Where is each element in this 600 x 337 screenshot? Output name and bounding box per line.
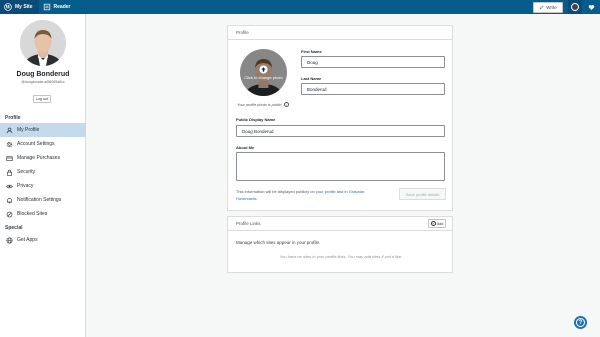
profile-card-header: Profile <box>228 26 452 40</box>
eye-icon <box>6 184 13 188</box>
sidebar-item-label: Notification Settings <box>17 197 62 203</box>
photo-public-note: Your profile photo is public i <box>237 102 289 107</box>
section-profile-heading: Profile <box>5 115 21 121</box>
sidebar-item-my-profile[interactable]: My Profile <box>0 123 86 137</box>
first-name-field[interactable]: Doug <box>301 56 445 68</box>
sidebar-item-manage-purchases[interactable]: Manage Purchases <box>0 151 86 165</box>
about-me-textarea[interactable] <box>236 152 445 181</box>
display-name-label: Public Display Name <box>236 117 276 122</box>
reader-label: Reader <box>53 4 71 10</box>
profile-links-title: Profile Links <box>236 221 261 226</box>
help-button[interactable]: ? <box>574 316 587 329</box>
avatar <box>571 3 579 11</box>
photo-overlay[interactable]: Click to change photo <box>240 49 287 96</box>
my-site-button[interactable]: W My Site <box>0 0 39 14</box>
sidebar-item-label: My Profile <box>17 127 40 133</box>
me-avatar-button[interactable] <box>568 0 582 14</box>
block-icon <box>6 211 13 217</box>
write-button[interactable]: Write <box>533 1 563 13</box>
info-mid: and in <box>335 189 349 194</box>
your-profile-link[interactable]: your profile <box>316 189 336 194</box>
sidebar-item-privacy[interactable]: Privacy <box>0 179 86 193</box>
public-info-note: This information will be displayed publi… <box>236 188 386 202</box>
sidebar-item-label: Blocked Sites <box>17 211 48 217</box>
save-profile-button[interactable]: Save profile details <box>399 188 446 200</box>
masterbar: W My Site Reader Write <box>0 0 600 14</box>
sidebar: Doug Bonderud @dougbonderud58065a8cc Log… <box>0 14 86 337</box>
last-name-label: Last Name <box>301 76 322 81</box>
pencil-icon <box>539 4 544 9</box>
plus-icon: + <box>430 220 436 226</box>
about-me-label: About Me <box>236 145 255 150</box>
bell-icon <box>7 197 12 204</box>
sidebar-item-label: Privacy <box>17 183 34 189</box>
credit-card-icon <box>6 155 13 161</box>
logout-button[interactable]: Log out <box>33 95 51 103</box>
photo-note-text: Your profile photo is public <box>237 102 282 107</box>
sidebar-item-get-apps[interactable]: Get Apps <box>0 233 86 247</box>
profile-photo-uploader[interactable]: Click to change photo <box>240 49 287 96</box>
lock-icon <box>7 169 12 176</box>
profile-links-header: Profile Links + Add <box>228 217 452 231</box>
notifications-button[interactable] <box>582 0 600 14</box>
sidebar-item-label: Get Apps <box>17 237 38 243</box>
upload-icon <box>259 65 268 74</box>
person-photo-icon <box>20 20 66 66</box>
profile-avatar <box>20 20 66 66</box>
my-site-label: My Site <box>15 4 33 10</box>
profile-links-empty-message: You have no sites in your profile links.… <box>279 254 403 259</box>
section-special-heading: Special <box>5 225 23 231</box>
profile-links-card: Profile Links + Add Manage which sites a… <box>227 216 453 273</box>
sidebar-item-label: Account Settings <box>17 141 55 147</box>
sidebar-item-account-settings[interactable]: Account Settings <box>0 137 86 151</box>
svg-text:W: W <box>5 6 11 11</box>
sidebar-item-notification-settings[interactable]: Notification Settings <box>0 193 86 207</box>
add-label: Add <box>436 221 444 226</box>
reader-button[interactable]: Reader <box>39 0 75 14</box>
profile-card: Profile Click to change photo Your profi… <box>227 25 453 211</box>
write-label: Write <box>546 4 557 10</box>
info-prefix: This information will be displayed publi… <box>236 189 316 194</box>
display-name-field[interactable]: Doug Bonderud <box>236 125 445 137</box>
last-name-field[interactable]: Bonderud <box>301 83 445 95</box>
add-link-button[interactable]: + Add <box>428 219 446 228</box>
user-icon <box>6 127 13 133</box>
profile-links-description: Manage which sites appear in your profil… <box>236 240 321 245</box>
info-icon[interactable]: i <box>283 102 289 107</box>
info-suffix: . <box>256 196 258 201</box>
sidebar-item-blocked-sites[interactable]: Blocked Sites <box>0 207 86 221</box>
first-name-label: First Name <box>301 49 322 54</box>
user-handle: @dougbonderud58065a8cc <box>21 80 65 84</box>
gear-icon <box>6 141 13 147</box>
reader-icon <box>43 3 50 11</box>
user-display-name: Doug Bonderud <box>16 71 70 78</box>
sidebar-item-security[interactable]: Security <box>0 165 86 179</box>
sidebar-item-label: Security <box>17 169 36 175</box>
question-icon: ? <box>576 318 585 327</box>
bell-heart-icon <box>588 4 594 10</box>
sidebar-item-label: Manage Purchases <box>17 155 61 161</box>
wordpress-icon: W <box>4 3 12 11</box>
globe-icon <box>6 237 13 243</box>
photo-overlay-label: Click to change photo <box>244 75 283 80</box>
